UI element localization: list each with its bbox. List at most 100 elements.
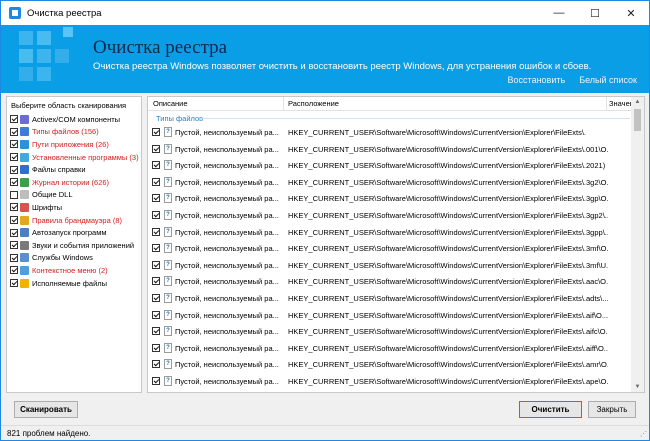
row-checkbox[interactable]	[152, 244, 160, 253]
row-checkbox[interactable]	[152, 360, 160, 369]
scan-button[interactable]: Сканировать	[14, 401, 78, 418]
result-row[interactable]: ?Пустой, неиспользуемый ра...HKEY_CURREN…	[148, 390, 632, 393]
row-checkbox[interactable]	[152, 260, 160, 269]
row-location: HKEY_CURRENT_USER\Software\Microsoft\Win…	[288, 260, 608, 270]
category-item[interactable]: Пути приложения (26)	[7, 138, 141, 151]
category-item[interactable]: Установленные программы (3)	[7, 151, 141, 164]
scrollbar-thumb[interactable]	[634, 109, 641, 131]
file-types-icon	[20, 127, 29, 137]
category-checkbox[interactable]	[10, 165, 18, 174]
row-description: Пустой, неиспользуемый ра...	[175, 244, 279, 254]
result-row[interactable]: ?Пустой, неиспользуемый ра...HKEY_CURREN…	[148, 240, 632, 257]
registry-entry-icon: ?	[164, 326, 172, 337]
category-checkbox[interactable]	[10, 140, 18, 149]
category-item[interactable]: Контекстное меню (2)	[7, 264, 141, 277]
category-item[interactable]: Файлы справки	[7, 163, 141, 176]
row-checkbox[interactable]	[152, 177, 160, 186]
result-row[interactable]: ?Пустой, неиспользуемый ра...HKEY_CURREN…	[148, 174, 632, 191]
category-item[interactable]: Автозапуск программ	[7, 226, 141, 239]
row-checkbox[interactable]	[152, 310, 160, 319]
category-item[interactable]: Журнал истории (626)	[7, 176, 141, 189]
row-checkbox[interactable]	[152, 161, 160, 170]
services-icon	[20, 253, 29, 263]
category-item[interactable]: Службы Windows	[7, 252, 141, 265]
row-checkbox[interactable]	[152, 128, 160, 136]
category-checkbox[interactable]	[10, 279, 18, 288]
row-checkbox[interactable]	[152, 144, 160, 153]
category-item[interactable]: Звуки и события приложений	[7, 239, 141, 252]
category-checkbox[interactable]	[10, 153, 18, 162]
row-checkbox[interactable]	[152, 293, 160, 302]
registry-entry-icon: ?	[164, 309, 172, 320]
scroll-up-icon[interactable]: ▲	[631, 97, 644, 107]
context-menu-icon	[20, 265, 29, 275]
category-item[interactable]: Activex/COM компоненты	[7, 113, 141, 126]
minimize-button[interactable]: —	[541, 1, 577, 25]
category-checkbox[interactable]	[10, 127, 18, 136]
category-label: Пути приложения (26)	[32, 139, 109, 149]
row-checkbox[interactable]	[152, 194, 160, 203]
result-row[interactable]: ?Пустой, неиспользуемый ра...HKEY_CURREN…	[148, 224, 632, 241]
result-row[interactable]: ?Пустой, неиспользуемый ра...HKEY_CURREN…	[148, 323, 632, 340]
result-row[interactable]: ?Пустой, неиспользуемый ра...HKEY_CURREN…	[148, 290, 632, 307]
category-item[interactable]: Исполняемые файлы	[7, 277, 141, 290]
result-row[interactable]: ?Пустой, неиспользуемый ра...HKEY_CURREN…	[148, 157, 632, 174]
shared-dll-icon	[20, 190, 29, 200]
category-checkbox[interactable]	[10, 228, 18, 237]
vertical-scrollbar[interactable]: ▲ ▼	[631, 97, 644, 392]
result-row[interactable]: ?Пустой, неиспользуемый ра...HKEY_CURREN…	[148, 373, 632, 390]
category-checkbox[interactable]	[10, 190, 18, 199]
row-location: HKEY_CURRENT_USER\Software\Microsoft\Win…	[288, 293, 608, 303]
resize-grip-icon[interactable]: ⋰	[640, 430, 647, 438]
scroll-down-icon[interactable]: ▼	[631, 382, 644, 392]
column-separator[interactable]	[283, 97, 284, 111]
category-list: Activex/COM компоненты Типы файлов (156) П…	[7, 113, 141, 289]
column-description[interactable]: Описание	[153, 99, 188, 108]
result-row[interactable]: ?Пустой, неиспользуемый ра...HKEY_CURREN…	[148, 124, 632, 141]
category-item[interactable]: Типы файлов (156)	[7, 126, 141, 139]
registry-entry-icon: ?	[164, 243, 172, 254]
category-checkbox[interactable]	[10, 253, 18, 262]
header-subtitle: Очистка реестра Windows позволяет очисти…	[93, 61, 592, 72]
result-row[interactable]: ?Пустой, неиспользуемый ра...HKEY_CURREN…	[148, 257, 632, 274]
maximize-button[interactable]: ☐	[577, 1, 613, 25]
row-checkbox[interactable]	[152, 343, 160, 352]
close-dialog-button[interactable]: Закрыть	[588, 401, 636, 418]
whitelist-link[interactable]: Белый список	[579, 75, 637, 85]
result-row[interactable]: ?Пустой, неиспользуемый ра...HKEY_CURREN…	[148, 340, 632, 357]
fonts-icon	[20, 202, 29, 212]
category-checkbox[interactable]	[10, 241, 18, 250]
registry-entry-icon: ?	[164, 209, 172, 220]
row-checkbox[interactable]	[152, 227, 160, 236]
category-checkbox[interactable]	[10, 115, 18, 124]
category-item[interactable]: Шрифты	[7, 201, 141, 214]
column-location[interactable]: Расположение	[288, 99, 339, 108]
category-checkbox[interactable]	[10, 178, 18, 187]
category-checkbox[interactable]	[10, 203, 18, 212]
category-checkbox[interactable]	[10, 266, 18, 275]
row-checkbox[interactable]	[152, 210, 160, 219]
result-row[interactable]: ?Пустой, неиспользуемый ра...HKEY_CURREN…	[148, 141, 632, 158]
header-links: Восстановить Белый список	[508, 75, 637, 85]
result-row[interactable]: ?Пустой, неиспользуемый ра...HKEY_CURREN…	[148, 207, 632, 224]
row-location: HKEY_CURRENT_USER\Software\Microsoft\Win…	[288, 144, 608, 154]
result-row[interactable]: ?Пустой, неиспользуемый ра...HKEY_CURREN…	[148, 307, 632, 324]
registry-entry-icon: ?	[164, 127, 172, 137]
result-row[interactable]: ?Пустой, неиспользуемый ра...HKEY_CURREN…	[148, 273, 632, 290]
title-bar[interactable]: Очистка реестра — ☐ ✕	[1, 1, 649, 25]
row-checkbox[interactable]	[152, 327, 160, 336]
activex-icon	[20, 114, 29, 124]
category-item[interactable]: Правила брандмауэра (8)	[7, 214, 141, 227]
category-item[interactable]: Общие DLL	[7, 189, 141, 202]
registry-entry-icon: ?	[164, 226, 172, 237]
row-checkbox[interactable]	[152, 376, 160, 385]
category-checkbox[interactable]	[10, 216, 18, 225]
result-row[interactable]: ?Пустой, неиспользуемый ра...HKEY_CURREN…	[148, 356, 632, 373]
close-button[interactable]: ✕	[613, 1, 649, 25]
row-checkbox[interactable]	[152, 277, 160, 286]
column-separator[interactable]	[606, 97, 607, 111]
restore-link[interactable]: Восстановить	[508, 75, 566, 85]
result-row[interactable]: ?Пустой, неиспользуемый ра...HKEY_CURREN…	[148, 190, 632, 207]
clean-button[interactable]: Очистить	[519, 401, 582, 418]
category-label: Контекстное меню (2)	[32, 265, 108, 275]
